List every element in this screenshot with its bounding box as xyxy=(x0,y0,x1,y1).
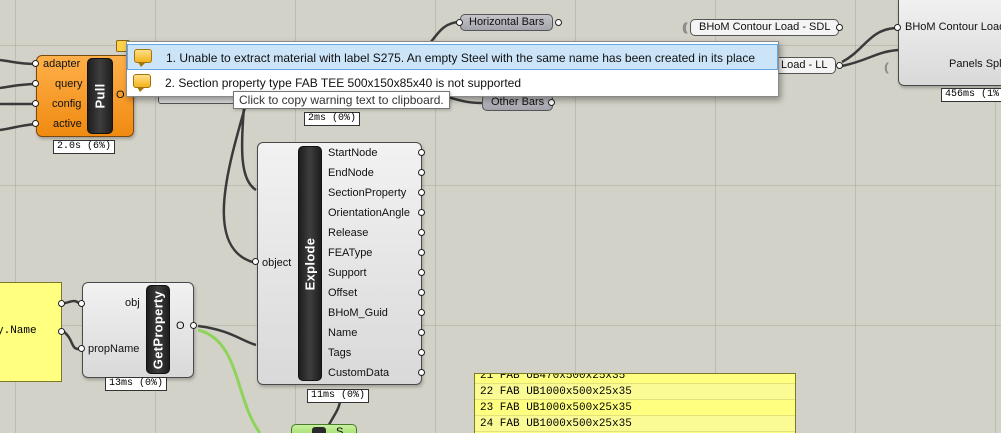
bottom-green-label: S xyxy=(336,426,344,433)
name-panel-port-out[interactable] xyxy=(58,300,65,307)
pull-port-config[interactable] xyxy=(32,100,39,107)
explode-port-startnode[interactable] xyxy=(418,149,425,156)
name-panel[interactable]: y.Name xyxy=(0,282,62,382)
getproperty-timing: 13ms (0%) xyxy=(105,377,168,391)
explode-port-in[interactable] xyxy=(252,258,259,265)
pull-input-active[interactable]: active xyxy=(53,118,82,130)
explode-port-offset[interactable] xyxy=(418,289,425,296)
list-item: 22 FAB UB1000x500x25x35 xyxy=(475,384,795,400)
pull-input-config[interactable]: config xyxy=(52,98,81,110)
bottom-green-node[interactable]: S xyxy=(291,424,357,433)
warning-popup[interactable]: 1. Unable to extract material with label… xyxy=(126,41,779,97)
explode-port-tags[interactable] xyxy=(418,349,425,356)
pull-title-strip[interactable]: Pull xyxy=(87,58,113,134)
explode-out-endnode[interactable]: EndNode xyxy=(328,167,374,179)
pull-port-query[interactable] xyxy=(32,80,39,87)
getproperty-title: GetProperty xyxy=(150,290,166,369)
getproperty-title-strip[interactable]: GetProperty xyxy=(146,285,170,374)
warning-speech-icon xyxy=(133,74,151,92)
explode-out-bhom-guid[interactable]: BHoM_Guid xyxy=(328,307,388,319)
explode-port-endnode[interactable] xyxy=(418,169,425,176)
warning-item-2[interactable]: 2. Section property type FAB TEE 500x150… xyxy=(127,70,778,96)
pull-timing: 2.0s (6%) xyxy=(53,140,116,154)
getproperty-port-obj[interactable] xyxy=(78,300,85,307)
contour-load-title: BHoM Contour Load xyxy=(905,21,1001,33)
pull-input-query[interactable]: query xyxy=(55,78,83,90)
explode-out-name[interactable]: Name xyxy=(328,327,357,339)
pull-output[interactable]: O xyxy=(116,89,125,101)
name-panel-port-out-2[interactable] xyxy=(58,328,65,335)
pull-title: Pull xyxy=(92,83,108,109)
wire-to-explode xyxy=(222,89,257,265)
explode-title: Explode xyxy=(302,237,318,290)
copy-tooltip: Click to copy warning text to clipboard. xyxy=(233,91,450,109)
list-item: 24 FAB UB1000x500x25x35 xyxy=(475,416,795,432)
contour-port-in[interactable] xyxy=(894,24,901,31)
contour-load-sdl-port[interactable] xyxy=(836,24,843,31)
contour-ripple: (( xyxy=(884,60,889,74)
pull-input-adapter[interactable]: adapter xyxy=(43,58,80,70)
getproperty-port-propname[interactable] xyxy=(78,345,85,352)
other-bars-port-out[interactable] xyxy=(548,99,555,106)
wire-getprop-out xyxy=(197,324,257,347)
explode-input-object[interactable]: object xyxy=(262,257,291,269)
horizontal-bars-port-in[interactable] xyxy=(456,19,463,26)
explode-port-sectionproperty[interactable] xyxy=(418,189,425,196)
contour-load-ll[interactable]: Load - LL xyxy=(770,57,837,74)
list-item: 21 FAB UB470x500x25x35 xyxy=(475,374,795,384)
explode-out-startnode[interactable]: StartNode xyxy=(328,147,378,159)
getproperty-port-out[interactable] xyxy=(190,322,197,329)
contour-load-component[interactable]: BHoM Contour Load Panels Split xyxy=(898,0,1001,86)
explode-out-offset[interactable]: Offset xyxy=(328,287,357,299)
sdl-ripple: ((( xyxy=(682,20,688,34)
name-panel-text: y.Name xyxy=(0,325,37,337)
explode-port-orientationangle[interactable] xyxy=(418,209,425,216)
explode-component[interactable]: Explode object StartNode EndNode Section… xyxy=(257,142,422,385)
horizontal-bars-param[interactable]: Horizontal Bars xyxy=(460,14,554,31)
pull-port-active[interactable] xyxy=(32,120,39,127)
explode-out-customdata[interactable]: CustomData xyxy=(328,367,389,379)
warning-item-2-text: 2. Section property type FAB TEE 500x150… xyxy=(165,76,521,90)
wire-to-explode-2 xyxy=(240,94,257,192)
getproperty-input-obj[interactable]: obj xyxy=(125,297,140,309)
explode-out-support[interactable]: Support xyxy=(328,267,367,279)
section-list-panel[interactable]: 21 FAB UB470x500x25x35 22 FAB UB1000x500… xyxy=(474,373,796,433)
list-item: 23 FAB UB1000x500x25x35 xyxy=(475,400,795,416)
bottom-green-strip xyxy=(312,427,326,433)
explode-port-customdata[interactable] xyxy=(418,369,425,376)
explode-port-featype[interactable] xyxy=(418,249,425,256)
explode-title-strip[interactable]: Explode xyxy=(298,146,322,381)
explode-out-sectionproperty[interactable]: SectionProperty xyxy=(328,187,406,199)
horizontal-bars-port-out[interactable] xyxy=(555,19,562,26)
explode-port-bhom-guid[interactable] xyxy=(418,309,425,316)
getproperty-output[interactable]: O xyxy=(176,320,185,332)
warning-item-1[interactable]: 1. Unable to extract material with label… xyxy=(127,44,778,70)
pull-component[interactable]: adapter query config active Pull O xyxy=(36,55,134,137)
explode-port-name[interactable] xyxy=(418,329,425,336)
explode-out-tags[interactable]: Tags xyxy=(328,347,351,359)
contour-load-sdl[interactable]: BHoM Contour Load - SDL xyxy=(690,19,840,36)
warning-item-1-text: 1. Unable to extract material with label… xyxy=(166,51,755,65)
getproperty-input-propname[interactable]: propName xyxy=(88,343,139,355)
contour-timing: 456ms (1% xyxy=(941,88,1001,102)
middle-timing: 2ms (0%) xyxy=(304,112,361,126)
contour-load-output[interactable]: Panels Split xyxy=(949,58,1001,70)
explode-out-featype[interactable]: FEAType xyxy=(328,247,372,259)
wire-green xyxy=(197,328,262,433)
warning-speech-icon xyxy=(134,49,152,67)
explode-port-release[interactable] xyxy=(418,229,425,236)
explode-out-orientationangle[interactable]: OrientationAngle xyxy=(328,207,410,219)
pull-port-adapter[interactable] xyxy=(32,60,39,67)
explode-port-support[interactable] xyxy=(418,269,425,276)
contour-load-ll-port[interactable] xyxy=(836,62,843,69)
explode-out-release[interactable]: Release xyxy=(328,227,368,239)
getproperty-component[interactable]: obj propName GetProperty O xyxy=(82,282,194,378)
explode-timing: 11ms (0%) xyxy=(307,389,370,403)
